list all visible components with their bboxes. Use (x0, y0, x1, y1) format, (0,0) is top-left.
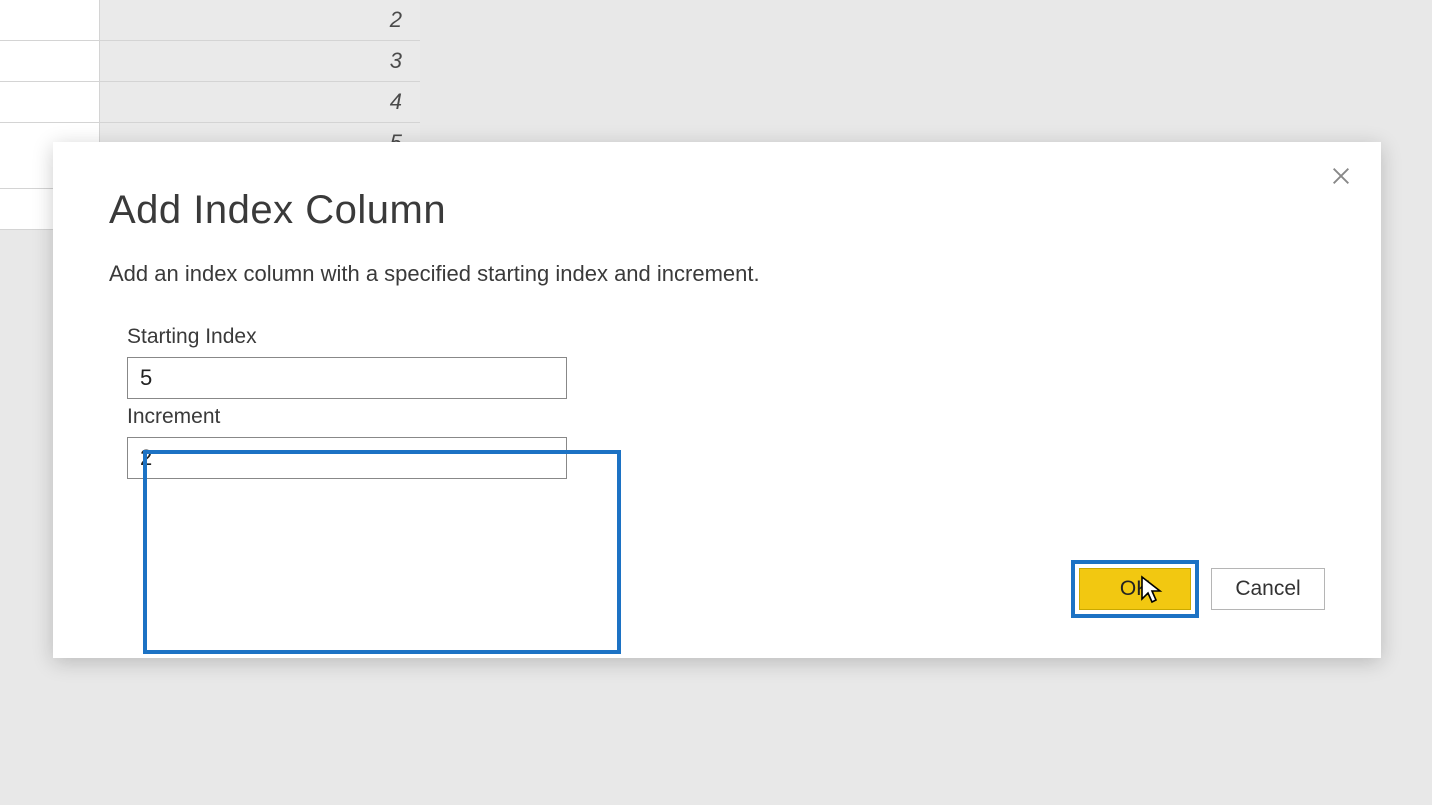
increment-input[interactable] (127, 437, 567, 479)
fields-group: Starting Index Increment (109, 305, 585, 501)
table-row: 4 (0, 82, 420, 123)
table-cell-value: 3 (100, 41, 420, 81)
close-icon (1330, 165, 1352, 187)
starting-index-input[interactable] (127, 357, 567, 399)
background-table: 2 3 4 5 (0, 0, 420, 164)
ok-button[interactable]: OK (1079, 568, 1191, 610)
highlight-box-ok: OK (1071, 560, 1199, 618)
table-row: 3 (0, 41, 420, 82)
add-index-column-dialog: Add Index Column Add an index column wit… (53, 142, 1381, 658)
table-cell-blank (0, 0, 100, 40)
table-cell-value: 2 (100, 0, 420, 40)
table-row: 2 (0, 0, 420, 41)
cancel-button[interactable]: Cancel (1211, 568, 1325, 610)
dialog-buttons: OK Cancel (1071, 560, 1325, 618)
close-button[interactable] (1325, 160, 1357, 192)
table-cell-blank (0, 82, 100, 122)
starting-index-label: Starting Index (127, 325, 567, 349)
dialog-description: Add an index column with a specified sta… (109, 261, 1325, 287)
increment-label: Increment (127, 405, 567, 429)
dialog-title: Add Index Column (109, 188, 1325, 233)
ok-button-label: OK (1120, 577, 1150, 600)
table-cell-blank (0, 41, 100, 81)
table-cell-value: 4 (100, 82, 420, 122)
